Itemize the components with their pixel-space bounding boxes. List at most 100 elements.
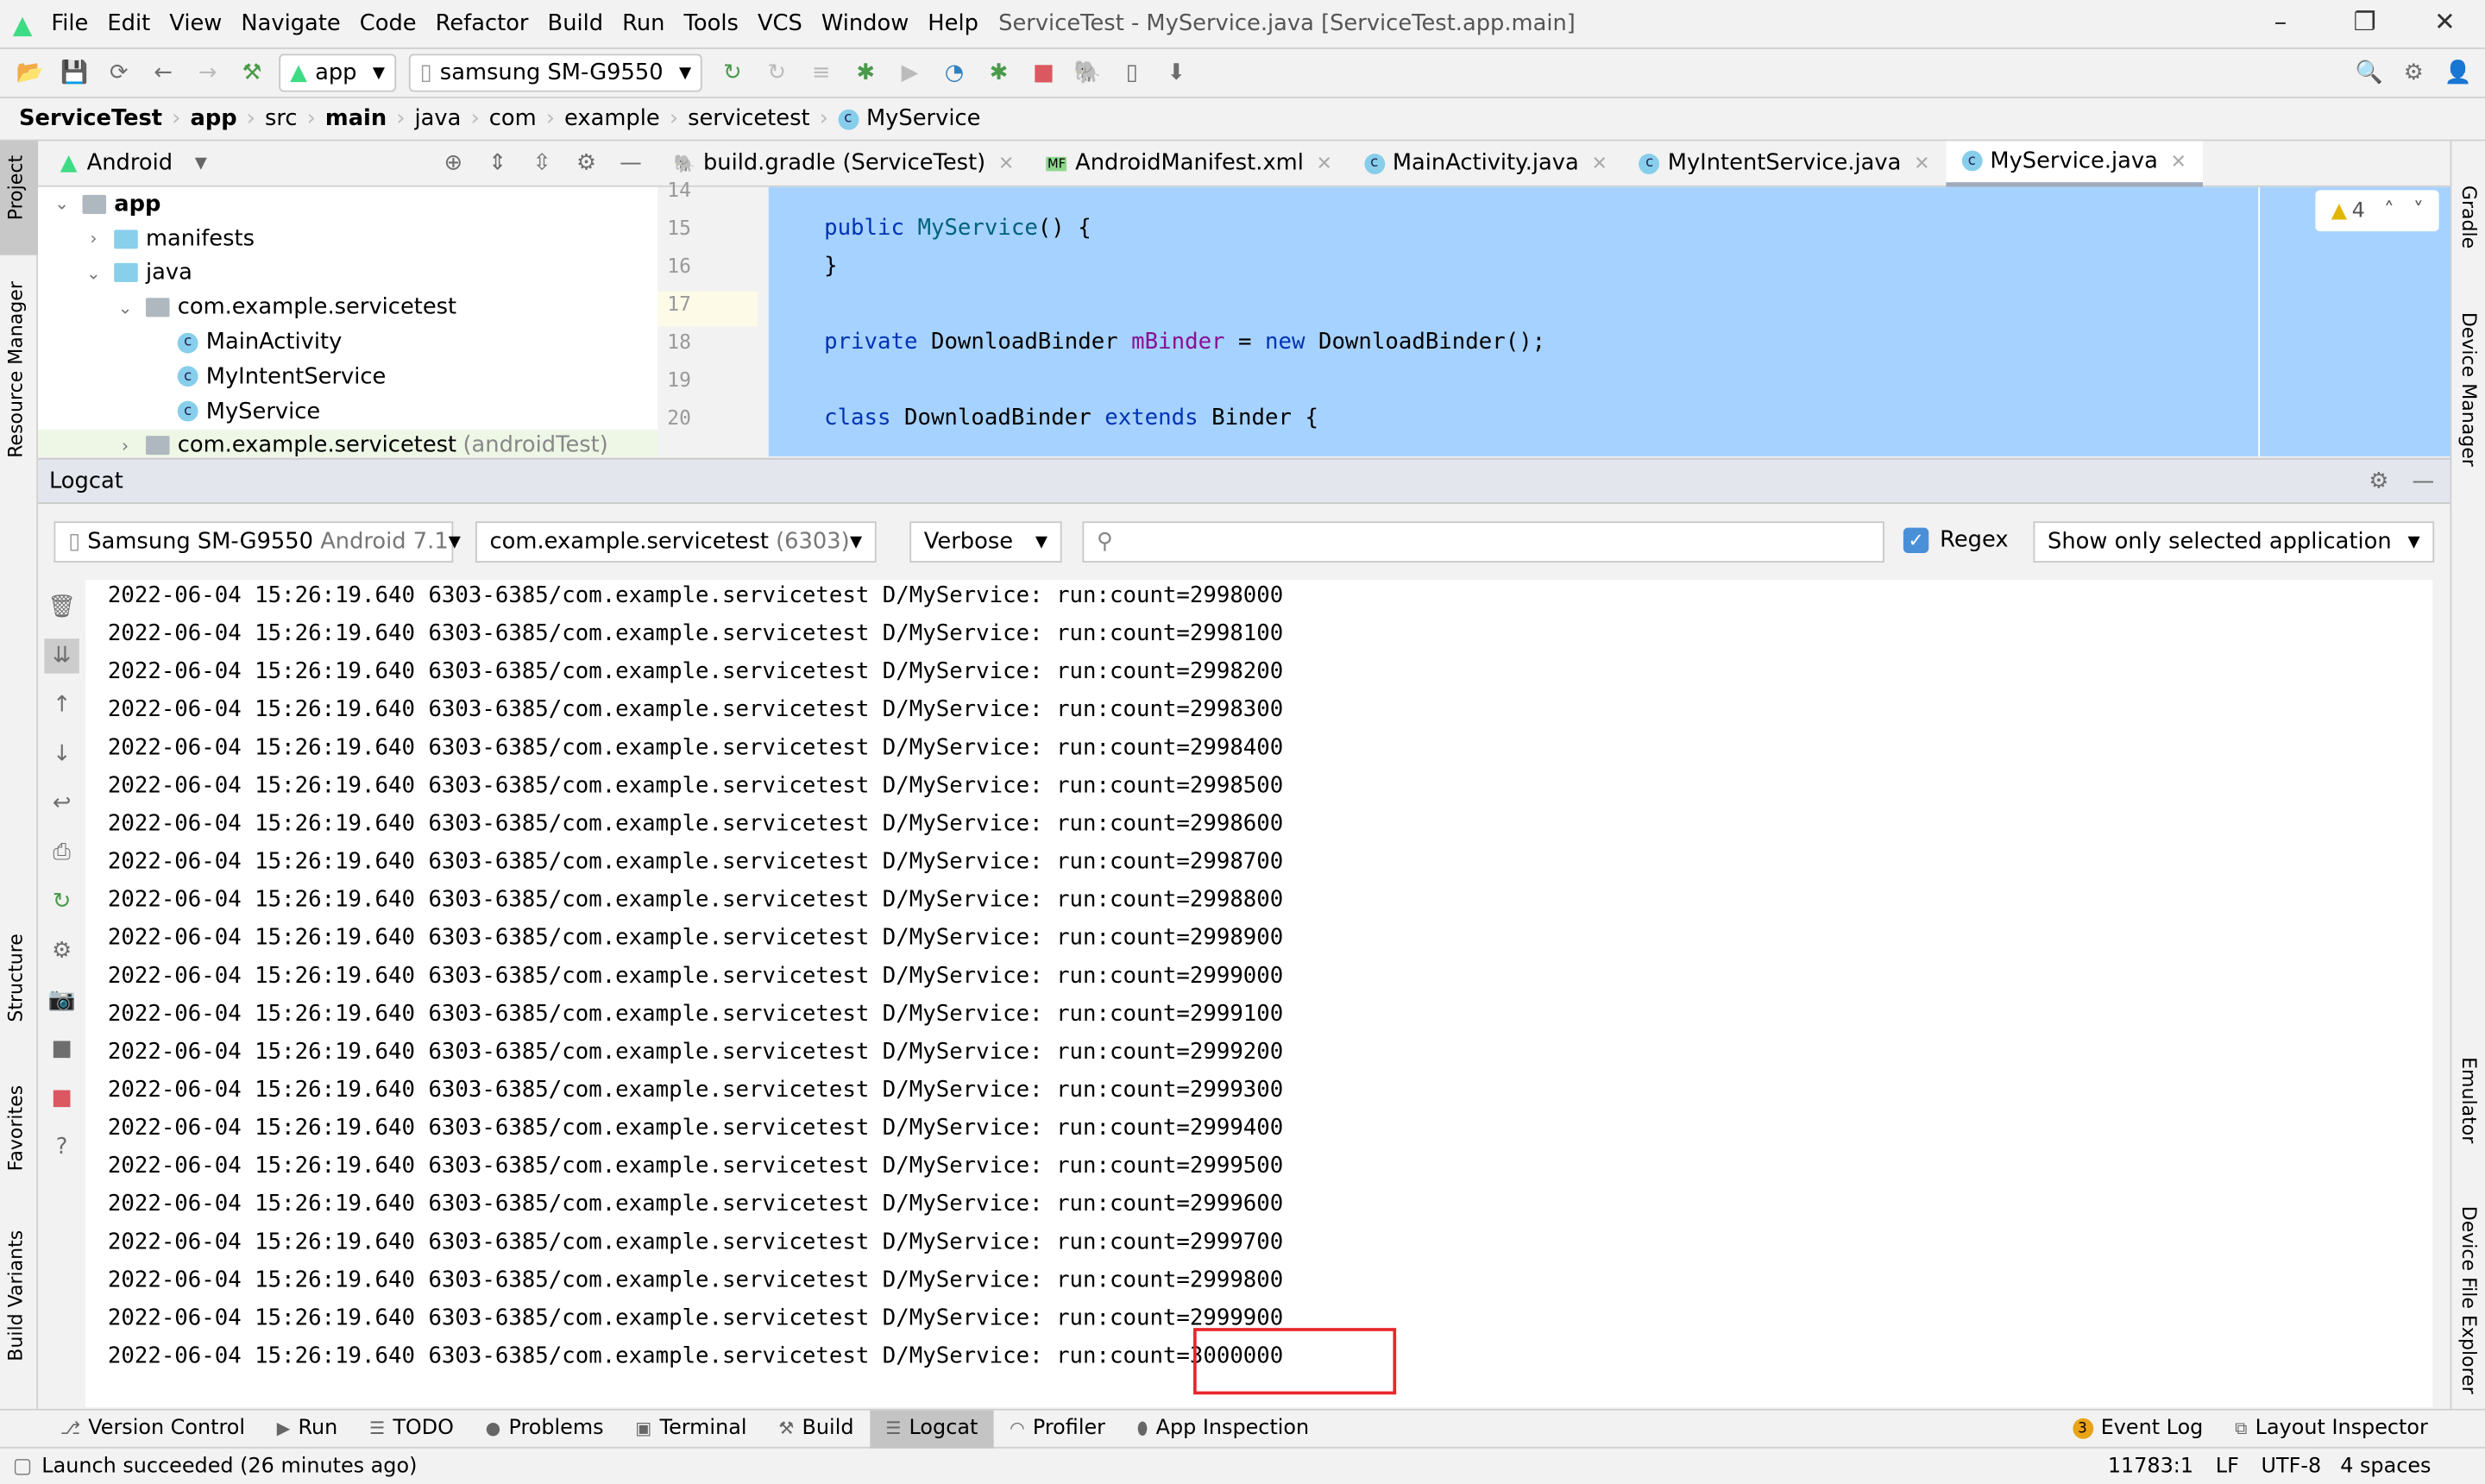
breadcrumb-item[interactable]: ServiceTest — [19, 106, 162, 131]
hide-icon[interactable]: — — [2406, 463, 2440, 498]
caret-position[interactable]: 11783:1 — [2108, 1454, 2193, 1478]
emulator-tool-tab[interactable]: Emulator — [2458, 1057, 2481, 1143]
gradle-tool-tab[interactable]: Gradle — [2458, 186, 2481, 248]
account-icon[interactable]: 👤 — [2441, 55, 2476, 90]
inspection-widget[interactable]: ▲ 4 ˄ ˅ — [2315, 190, 2439, 232]
tree-item[interactable]: ⌄ app — [38, 187, 657, 222]
menu-file[interactable]: File — [51, 11, 88, 36]
editor-tab[interactable]: 🐘 build.gradle (ServiceTest) ✕ — [657, 141, 1030, 186]
device-manager-icon[interactable]: ▯ — [1115, 55, 1149, 90]
chevron-right-icon[interactable]: › — [83, 229, 105, 249]
menu-vcs[interactable]: VCS — [758, 11, 802, 36]
attach-debugger-icon[interactable]: ✱ — [981, 55, 1016, 90]
tree-item[interactable]: c MyIntentService — [38, 360, 657, 394]
close-button[interactable]: ✕ — [2434, 6, 2456, 36]
run-config-dropdown[interactable]: ▲ app ▼ — [279, 53, 396, 92]
menu-code[interactable]: Code — [360, 11, 417, 36]
menu-help[interactable]: Help — [928, 11, 978, 36]
scroll-to-end-icon[interactable]: ⇊ — [44, 638, 79, 674]
hide-icon[interactable]: — — [613, 146, 648, 180]
breadcrumb-item[interactable]: java — [415, 106, 462, 131]
chevron-right-icon[interactable]: › — [114, 436, 136, 456]
menu-view[interactable]: View — [169, 11, 222, 36]
screenshot-icon[interactable]: 📷 — [44, 983, 79, 1017]
apply-changes-icon[interactable]: ↻ — [759, 55, 794, 90]
checkbox-checked-icon[interactable]: ✓ — [1903, 527, 1929, 554]
screen-record-icon[interactable]: ■ — [44, 1032, 79, 1066]
debug-icon[interactable]: ✱ — [848, 55, 883, 90]
soft-wrap-icon[interactable]: ↩ — [44, 786, 79, 821]
sync-gradle-icon[interactable]: 🐘 — [1070, 55, 1104, 90]
editor-tab[interactable]: c MyService.java ✕ — [1945, 140, 2203, 186]
minimize-button[interactable]: – — [2274, 6, 2287, 36]
tool-tab-terminal[interactable]: ▣ Terminal — [620, 1410, 763, 1448]
chevron-down-icon[interactable]: ⌄ — [114, 298, 136, 318]
regex-checkbox[interactable]: ✓ Regex — [1903, 527, 2009, 554]
file-encoding[interactable]: UTF-8 — [2262, 1454, 2322, 1478]
save-icon[interactable]: 💾 — [57, 55, 91, 90]
tool-tab-logcat[interactable]: ☰ Logcat — [869, 1409, 994, 1448]
gear-icon[interactable]: ⚙ — [2362, 463, 2396, 498]
menu-run[interactable]: Run — [622, 11, 664, 36]
chevron-down-icon[interactable]: ⌄ — [83, 263, 105, 284]
sync-icon[interactable]: ⟳ — [102, 55, 136, 90]
chevron-down-icon[interactable]: ▼ — [195, 154, 207, 172]
device-manager-tool-tab[interactable]: Device Manager — [2458, 312, 2481, 467]
up-arrow-icon[interactable]: ↑ — [44, 688, 79, 722]
trash-icon[interactable]: 🗑 — [44, 589, 79, 624]
resource-manager-tool-tab[interactable]: Resource Manager — [5, 281, 28, 458]
gear-icon[interactable]: ⚙ — [2396, 55, 2431, 90]
help-icon[interactable]: ? — [44, 1130, 79, 1165]
close-tab-icon[interactable]: ✕ — [1591, 152, 1607, 174]
tool-tab-problems[interactable]: ● Problems — [469, 1410, 620, 1448]
print-icon[interactable]: ⎙ — [44, 835, 79, 870]
profile-icon[interactable]: ◔ — [937, 55, 972, 90]
build-variants-tool-tab[interactable]: Build Variants — [5, 1230, 28, 1361]
apply-code-changes-icon[interactable]: ≡ — [804, 55, 839, 90]
close-tab-icon[interactable]: ✕ — [2171, 150, 2186, 173]
breadcrumb-item[interactable]: example — [564, 106, 660, 131]
restart-icon[interactable]: ↻ — [44, 884, 79, 919]
tool-tab-profiler[interactable]: ◠ Profiler — [994, 1410, 1122, 1448]
tree-item[interactable]: ⌄ java — [38, 256, 657, 291]
favorites-tool-tab[interactable]: Favorites — [5, 1085, 28, 1172]
tree-item[interactable]: › com.example.servicetest (androidTest) — [38, 428, 658, 456]
back-icon[interactable]: ← — [146, 55, 180, 90]
tree-item[interactable]: ⌄ com.example.servicetest — [38, 291, 657, 325]
coverage-icon[interactable]: ▶ — [892, 55, 927, 90]
breadcrumb-item[interactable]: src — [265, 106, 298, 131]
event-log-tab[interactable]: 3 Event Log — [2056, 1410, 2218, 1448]
logcat-output[interactable]: 2022-06-04 15:26:19.640 6303-6385/com.ex… — [85, 580, 2433, 1407]
editor-tab[interactable]: c MainActivity.java ✕ — [1348, 141, 1623, 186]
open-icon[interactable]: 📂 — [13, 55, 47, 90]
tree-item[interactable]: c MainActivity — [38, 325, 657, 360]
stop-icon[interactable] — [1026, 55, 1060, 90]
project-view-selector[interactable]: Android — [87, 150, 173, 175]
editor-tab[interactable]: c MyIntentService.java ✕ — [1623, 141, 1946, 186]
editor-tab[interactable]: MF AndroidManifest.xml ✕ — [1030, 141, 1349, 186]
menu-tools[interactable]: Tools — [684, 11, 739, 36]
tree-item[interactable]: c MyService — [38, 394, 657, 429]
tool-tab-build[interactable]: ⚒ Build — [763, 1410, 870, 1448]
device-dropdown[interactable]: ▯ samsung SM-G9550 ▼ — [408, 53, 702, 92]
log-search-field[interactable]: ⚲ — [1082, 521, 1884, 563]
indent-setting[interactable]: 4 spaces — [2340, 1454, 2431, 1478]
restore-button[interactable]: ❐ — [2353, 6, 2375, 36]
close-tab-icon[interactable]: ✕ — [998, 152, 1014, 174]
rerun-icon[interactable]: ↻ — [715, 55, 750, 90]
forward-icon[interactable]: → — [190, 55, 224, 90]
sdk-manager-icon[interactable]: ⬇ — [1159, 55, 1193, 90]
close-tab-icon[interactable]: ✕ — [1317, 152, 1332, 174]
structure-tool-tab[interactable]: Structure — [5, 934, 28, 1022]
tree-item[interactable]: › manifests — [38, 222, 657, 256]
log-level-selector[interactable]: Verbose ▼ — [909, 521, 1062, 563]
breadcrumb-item[interactable]: MyService — [866, 106, 980, 131]
menu-build[interactable]: Build — [548, 11, 604, 36]
tool-tab-version-control[interactable]: ⎇ Version Control — [44, 1410, 261, 1448]
breadcrumb-item[interactable]: app — [190, 106, 236, 131]
status-toggle-icon[interactable]: ▢ — [13, 1454, 33, 1478]
menu-navigate[interactable]: Navigate — [241, 11, 340, 36]
log-search-input[interactable] — [1122, 530, 1871, 554]
tool-tab-todo[interactable]: ☰ TODO — [354, 1410, 470, 1448]
gear-icon[interactable]: ⚙ — [44, 934, 79, 968]
